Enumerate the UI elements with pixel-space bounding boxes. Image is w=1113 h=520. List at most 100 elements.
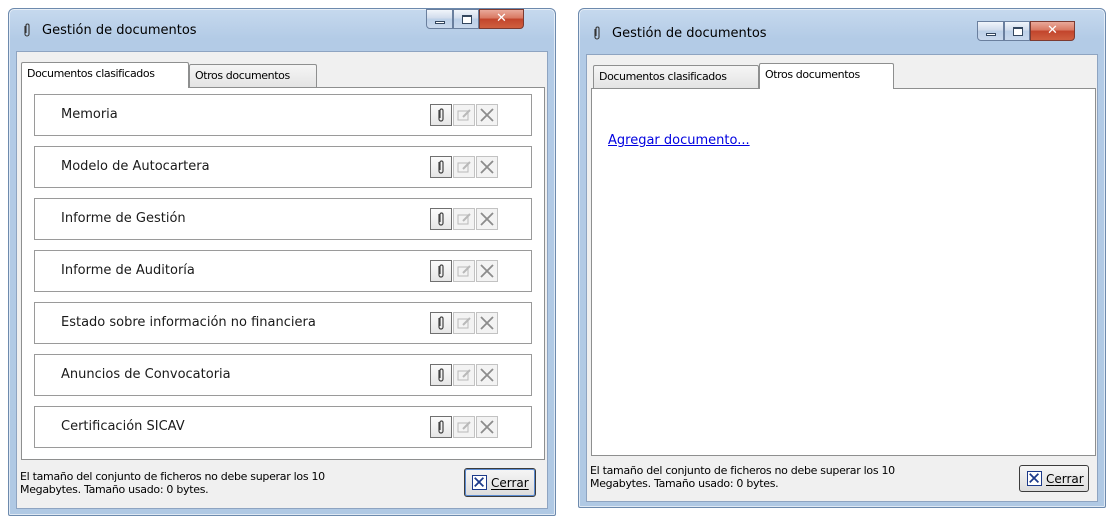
window-close-button[interactable]: ✕ <box>479 9 524 29</box>
delete-button[interactable] <box>476 364 498 386</box>
document-row-certificacion-sicav: Certificación SICAV <box>34 406 532 448</box>
maximize-button[interactable] <box>1004 21 1030 41</box>
close-dialog-button[interactable]: Cerrar <box>1019 465 1089 492</box>
title-bar[interactable]: Gestión de documentos ✕ <box>9 9 555 49</box>
tab-documentos-clasificados[interactable]: Documentos clasificados <box>593 65 759 88</box>
delete-x-icon <box>480 160 494 174</box>
delete-button[interactable] <box>476 208 498 230</box>
edit-icon <box>457 109 471 121</box>
document-row-informe-auditoria: Informe de Auditoría <box>34 250 532 292</box>
paperclip-icon <box>438 316 444 330</box>
maximize-icon <box>1013 27 1023 36</box>
tab-otros-documentos[interactable]: Otros documentos <box>189 64 317 87</box>
delete-x-icon <box>480 368 494 382</box>
document-label: Memoria <box>61 107 118 122</box>
attach-button[interactable] <box>430 416 452 438</box>
document-row-anuncios-convocatoria: Anuncios de Convocatoria <box>34 354 532 396</box>
close-button-label: Cerrar <box>491 476 529 490</box>
delete-x-icon <box>480 264 494 278</box>
document-manager-window-classified: Gestión de documentos ✕ Documentos clasi… <box>8 8 556 516</box>
attach-button[interactable] <box>430 104 452 126</box>
edit-button[interactable] <box>453 260 475 282</box>
document-row-modelo-autocartera: Modelo de Autocartera <box>34 146 532 188</box>
edit-icon <box>457 265 471 277</box>
delete-button[interactable] <box>476 416 498 438</box>
minimize-button[interactable] <box>426 9 453 29</box>
edit-button[interactable] <box>453 364 475 386</box>
document-row-estado-no-financiera: Estado sobre información no financiera <box>34 302 532 344</box>
document-row-memoria: Memoria <box>34 94 532 136</box>
tab-panel-classified: Memoria Modelo de Autocartera Informe de… <box>21 87 545 460</box>
document-label: Informe de Gestión <box>61 211 186 226</box>
edit-button[interactable] <box>453 104 475 126</box>
attach-button[interactable] <box>430 156 452 178</box>
size-limit-line-2: Megabytes. Tamaño usado: 0 bytes. <box>590 477 779 490</box>
close-x-icon <box>472 475 487 490</box>
edit-icon <box>457 213 471 225</box>
paperclip-icon <box>438 212 444 226</box>
tab-panel-other: Agregar documento... <box>591 88 1096 456</box>
edit-button[interactable] <box>453 312 475 334</box>
document-label: Certificación SICAV <box>61 419 185 434</box>
document-label: Estado sobre información no financiera <box>61 315 316 330</box>
paperclip-icon <box>438 368 444 382</box>
size-limit-line-1: El tamaño del conjunto de ficheros no de… <box>590 464 895 477</box>
close-dialog-button[interactable]: Cerrar <box>464 468 536 497</box>
window-client-area: Documentos clasificados Otros documentos… <box>16 51 548 509</box>
tab-label: Otros documentos <box>765 68 860 81</box>
document-label: Informe de Auditoría <box>61 263 195 278</box>
maximize-button[interactable] <box>453 9 479 29</box>
window-title: Gestión de documentos <box>612 26 767 41</box>
delete-x-icon <box>480 316 494 330</box>
delete-x-icon <box>480 212 494 226</box>
window-title: Gestión de documentos <box>42 23 197 38</box>
attach-button[interactable] <box>430 208 452 230</box>
size-limit-line-2: Megabytes. Tamaño usado: 0 bytes. <box>20 483 209 496</box>
delete-button[interactable] <box>476 156 498 178</box>
paperclip-icon <box>438 264 444 278</box>
delete-button[interactable] <box>476 104 498 126</box>
tab-label: Documentos clasificados <box>599 70 727 83</box>
edit-icon <box>457 421 471 433</box>
window-client-area: Documentos clasificados Otros documentos… <box>586 54 1098 502</box>
delete-button[interactable] <box>476 312 498 334</box>
document-label: Modelo de Autocartera <box>61 159 210 174</box>
close-label-rest: errar <box>499 476 529 490</box>
close-label-rest: errar <box>1054 472 1084 486</box>
minimize-icon <box>435 21 445 24</box>
title-bar[interactable]: Gestión de documentos ✕ <box>579 9 1105 49</box>
document-manager-window-other: Gestión de documentos ✕ Documentos clasi… <box>578 8 1106 508</box>
delete-x-icon <box>480 108 494 122</box>
paperclip-icon <box>594 26 600 40</box>
tab-otros-documentos[interactable]: Otros documentos <box>759 63 894 89</box>
maximize-icon <box>462 15 472 24</box>
add-document-link[interactable]: Agregar documento... <box>608 133 750 148</box>
tab-label: Otros documentos <box>195 69 290 82</box>
paperclip-icon <box>438 160 444 174</box>
tab-label: Documentos clasificados <box>27 67 155 80</box>
size-limit-line-1: El tamaño del conjunto de ficheros no de… <box>20 470 325 483</box>
close-x-icon: ✕ <box>496 11 507 26</box>
delete-x-icon <box>480 420 494 434</box>
size-limit-notice: El tamaño del conjunto de ficheros no de… <box>590 464 895 490</box>
attach-button[interactable] <box>430 260 452 282</box>
edit-button[interactable] <box>453 156 475 178</box>
paperclip-icon <box>438 108 444 122</box>
edit-button[interactable] <box>453 208 475 230</box>
delete-button[interactable] <box>476 260 498 282</box>
close-button-label: Cerrar <box>1046 472 1084 486</box>
attach-button[interactable] <box>430 312 452 334</box>
edit-icon <box>457 161 471 173</box>
paperclip-icon <box>24 23 30 37</box>
close-x-icon <box>1027 471 1042 486</box>
window-close-button[interactable]: ✕ <box>1030 21 1075 41</box>
edit-button[interactable] <box>453 416 475 438</box>
minimize-icon <box>986 33 996 36</box>
attach-button[interactable] <box>430 364 452 386</box>
paperclip-icon <box>438 420 444 434</box>
document-label: Anuncios de Convocatoria <box>61 367 231 382</box>
size-limit-notice: El tamaño del conjunto de ficheros no de… <box>20 470 325 496</box>
tab-documentos-clasificados[interactable]: Documentos clasificados <box>21 62 189 88</box>
minimize-button[interactable] <box>977 21 1004 41</box>
document-row-informe-gestion: Informe de Gestión <box>34 198 532 240</box>
